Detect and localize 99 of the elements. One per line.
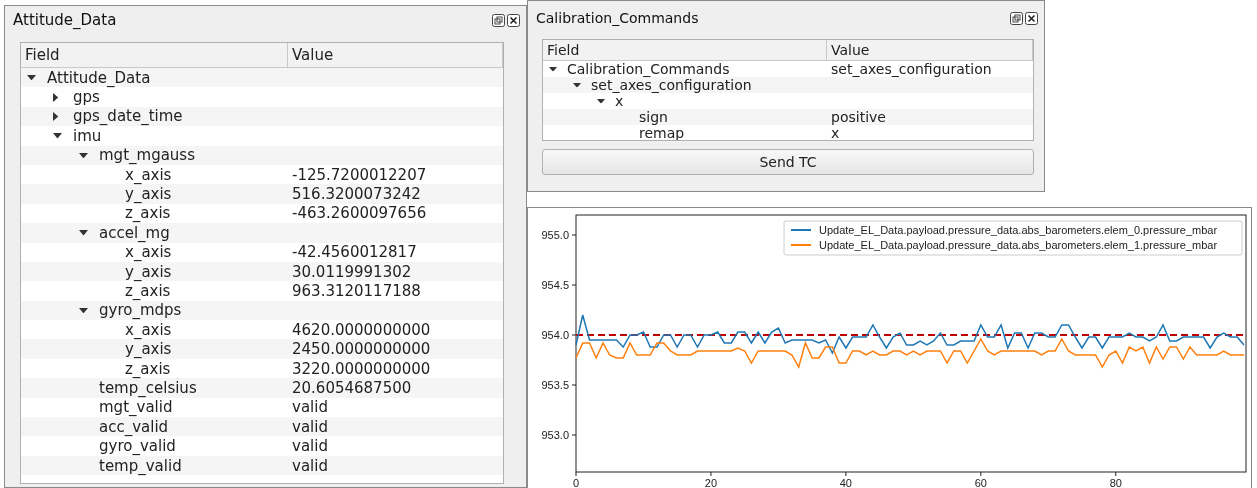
field-name: x [615,93,624,109]
x-tick-label: 0 [572,477,580,488]
field-name: gyro_valid [99,437,176,456]
field-name: Attitude_Data [47,68,151,87]
field-value: 4620.0000000000 [292,320,431,339]
field-name: gps [73,88,100,107]
x-tick: 80 [1109,471,1122,488]
y-tick-label: 954.5 [541,279,569,291]
y-tick: 953.5 [541,379,577,391]
field-value: -125.7200012207 [292,165,427,184]
tree-row[interactable]: temp_celsius 20.6054687500 [21,378,503,398]
window-title: Attitude_Data [13,11,117,29]
field-value: valid [292,437,328,456]
caret-right-icon[interactable] [53,111,59,121]
field-name: Calibration_Commands [567,61,730,77]
x-tick-label: 80 [1109,477,1122,488]
field-name: remap [639,125,685,140]
field-value: -42.4560012817 [292,243,417,262]
caret-right-icon[interactable] [53,92,59,102]
field-name: y_axis [125,262,172,281]
field-name: z_axis [125,282,171,300]
caret-down-icon[interactable] [79,152,88,158]
field-value: 963.3120117188 [292,282,421,300]
y-tick-label: 953.5 [541,379,569,391]
tree-row[interactable]: temp_valid valid [21,455,503,476]
x-tick: 0 [572,471,580,488]
x-tick-label: 60 [974,477,987,488]
x-tick: 40 [839,471,852,488]
tree-row[interactable]: y_axis 30.0119991302 [21,261,503,282]
caret-down-icon[interactable] [27,75,36,81]
caret-down-icon[interactable] [597,98,605,104]
field-value: 30.0119991302 [292,262,412,281]
field-name: x_axis [125,165,172,184]
tree-row[interactable]: set_axes_configuration [543,77,1033,93]
window-title: Calibration_Commands [536,10,699,26]
tree-row[interactable]: y_axis 516.3200073242 [21,184,503,204]
y-tick: 954.0 [541,329,577,341]
send-tc-button[interactable]: Send TC [542,149,1034,175]
field-name: mgt_mgauss [99,146,195,165]
field-name: temp_celsius [99,378,197,397]
y-tick: 953.0 [541,429,577,441]
field-name: gps_date_time [73,107,183,126]
field-name: sign [639,109,668,125]
close-icon[interactable] [507,13,520,27]
field-value: 2450.0000000000 [292,340,431,359]
column-header[interactable]: Value [288,43,503,67]
field-name: acc_valid [99,417,169,436]
field-value: valid [292,398,328,417]
field-value: 3220.0000000000 [292,359,431,378]
y-tick-label: 955.0 [541,229,569,241]
field-name: mgt_valid [99,398,173,417]
column-header[interactable]: Value [827,40,1033,60]
y-tick: 955.0 [541,229,577,241]
field-value: positive [831,109,886,125]
tree-row[interactable]: acc_valid valid [21,417,503,437]
y-tick-label: 954.0 [541,329,569,341]
tree-row[interactable]: mgt_mgauss [21,145,503,165]
field-value: valid [292,456,328,475]
field-name: y_axis [125,340,172,359]
tree-row[interactable]: Attitude_Data [21,68,503,88]
field-name: gyro_mdps [99,301,182,320]
float-icon[interactable] [492,13,505,27]
y-tick-label: 953.0 [541,429,569,441]
field-name: x_axis [125,243,172,262]
x-tick: 20 [704,471,718,488]
caret-down-icon[interactable] [53,133,62,139]
field-value: set_axes_configuration [831,61,992,77]
caret-down-icon[interactable] [573,82,581,88]
tree-row[interactable]: gyro_mdps [21,300,503,321]
caret-down-icon[interactable] [79,307,88,314]
column-header[interactable]: Field [21,43,288,67]
close-icon[interactable] [1025,11,1038,25]
field-name: z_axis [125,359,171,378]
field-value: 20.6054687500 [292,378,412,397]
legend-label: Update_EL_Data.payload.pressure_data.abs_barometers.elem_0.pressure_mbar [819,224,1218,236]
tree-row[interactable]: y_axis 2450.0000000000 [21,339,503,359]
tree-row[interactable]: gps_date_time [21,106,503,127]
field-name: x_axis [125,320,172,339]
field-name: y_axis [125,185,172,204]
tree-row[interactable]: sign positive [543,109,1033,125]
legend-label: Update_EL_Data.payload.pressure_data.abs_barometers.elem_1.pressure_mbar [819,239,1218,251]
float-icon[interactable] [1010,11,1023,25]
field-name: set_axes_configuration [591,77,752,93]
field-value: -463.2600097656 [292,204,427,223]
field-name: temp_valid [99,456,182,475]
y-tick: 954.5 [541,279,577,291]
field-value: valid [292,417,328,436]
x-tick-label: 40 [839,477,853,488]
field-name: accel_mg [99,223,170,242]
x-tick: 60 [974,471,987,488]
x-tick-label: 20 [704,477,718,488]
field-name: z_axis [125,204,171,223]
column-header[interactable]: Field [543,40,827,60]
field-value: 516.3200073242 [292,185,421,204]
field-value: x [831,125,840,140]
caret-down-icon[interactable] [79,230,88,236]
field-name: imu [73,126,102,145]
tree-row[interactable]: accel_mg [21,223,503,243]
caret-down-icon[interactable] [549,66,557,72]
